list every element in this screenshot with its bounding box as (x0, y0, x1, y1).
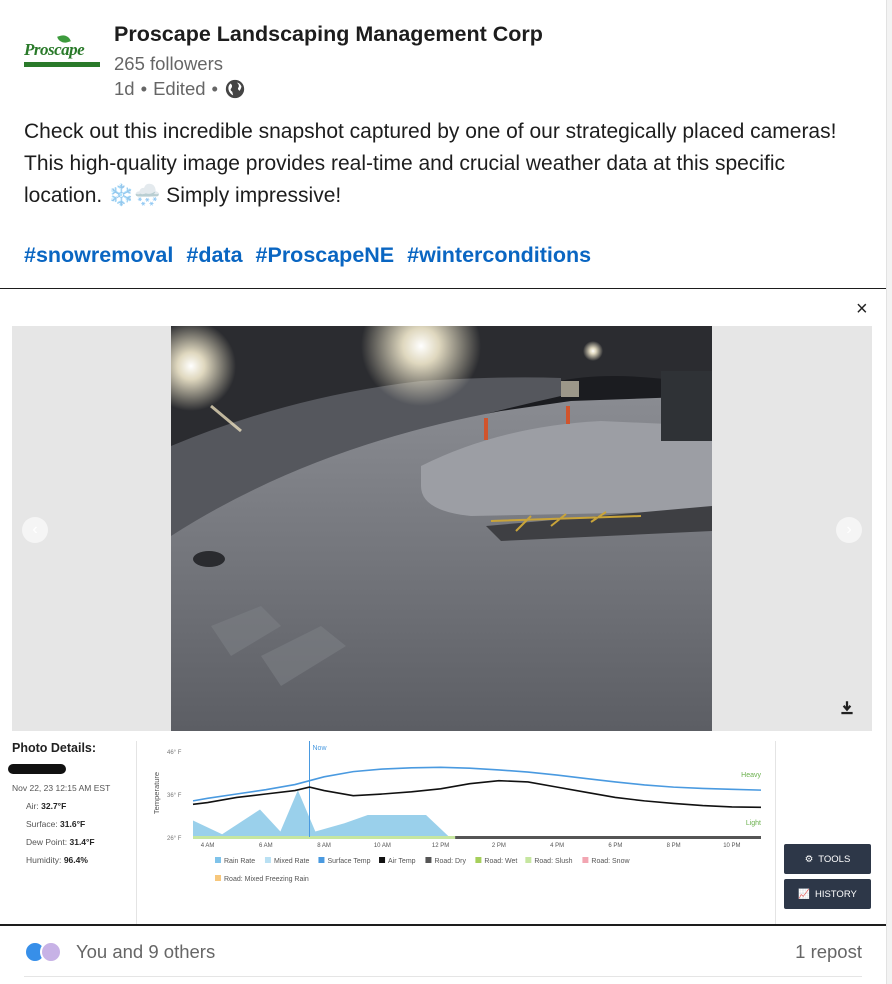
now-label: Now (313, 745, 328, 752)
scrollbar[interactable] (886, 0, 892, 984)
logo-tagline-bar (24, 62, 100, 67)
reaction-icons[interactable] (24, 940, 70, 964)
hashtag-link[interactable]: #winterconditions (407, 243, 591, 267)
legend-item: Rain Rate (224, 858, 255, 865)
meta-separator: • (211, 78, 219, 99)
y-tick-label: 46° F (167, 750, 182, 756)
legend-item: Mixed Rate (274, 858, 310, 865)
legend-swatch (582, 857, 589, 863)
air-temp-line (192, 779, 762, 809)
x-tick-label: 4 PM (550, 843, 564, 849)
gear-icon: ⚙ (804, 853, 814, 865)
x-tick-label: 12 PM (432, 843, 449, 849)
legend-item: Air Temp (388, 858, 416, 865)
legend-swatch (215, 857, 221, 863)
edited-label: Edited (153, 78, 206, 99)
history-button[interactable]: 📈 HISTORY (784, 879, 871, 909)
x-tick-label: 6 AM (259, 843, 273, 849)
chart-icon: 📈 (798, 888, 810, 900)
post-meta: 1d • Edited • (114, 78, 246, 100)
legend-item: Road: Mixed Freezing Rain (224, 876, 309, 883)
close-icon[interactable]: × (856, 299, 868, 319)
x-tick-label: 10 PM (723, 843, 740, 849)
x-tick-label: 4 AM (201, 843, 215, 849)
camera-snapshot[interactable] (171, 326, 712, 731)
reaction-count[interactable]: You and 9 others (76, 941, 215, 963)
rain-scale-heavy-label: Heavy (741, 772, 761, 779)
hashtag-link[interactable]: #data (186, 243, 242, 267)
repost-count[interactable]: 1 repost (795, 941, 862, 963)
post-body: Check out this incredible snapshot captu… (24, 120, 837, 207)
globe-icon (225, 79, 245, 99)
weather-chart: Temperature 46° F 36° F 26° F Now Heavy Light 4… (136, 741, 776, 926)
meta-separator: • (140, 78, 148, 99)
road-condition-dry (455, 836, 761, 839)
hashtag-list: #snowremoval #data #ProscapeNE #winterco… (24, 243, 598, 268)
road-condition-slush (193, 836, 456, 839)
download-icon[interactable] (838, 699, 856, 717)
logo-wordmark: Proscape (24, 40, 85, 59)
hashtag-link[interactable]: #snowremoval (24, 243, 173, 267)
celebrate-reaction-icon (40, 941, 62, 963)
tools-label: TOOLS (818, 853, 851, 865)
detail-dew-point: Dew Point: 31.4°F (26, 837, 95, 847)
legend-item: Road: Snow (591, 858, 630, 865)
weather-chart-svg: Temperature 46° F 36° F 26° F Now Heavy Light 4… (152, 741, 762, 883)
surface-temp-line (192, 766, 762, 802)
company-name[interactable]: Proscape Landscaping Management Corp (114, 22, 543, 47)
history-label: HISTORY (814, 888, 857, 900)
detail-air: Air: 32.7°F (26, 801, 67, 811)
arrow-right-icon[interactable]: › (836, 517, 862, 543)
detail-surface: Surface: 31.6°F (26, 819, 86, 829)
rain-scale-light-label: Light (746, 820, 761, 827)
x-tick-label: 6 PM (608, 843, 622, 849)
legend-swatch (264, 857, 271, 863)
x-tick-label: 8 AM (317, 843, 331, 849)
legend-item: Surface Temp (327, 858, 370, 865)
company-logo[interactable]: Proscape (22, 33, 102, 74)
x-tick-label: 2 PM (492, 843, 506, 849)
x-tick-label: 10 AM (374, 843, 391, 849)
photo-timestamp: Nov 22, 23 12:15 AM EST (12, 783, 111, 793)
legend-item: Road: Wet (484, 858, 517, 865)
y-tick-label: 36° F (167, 793, 182, 799)
hashtag-link[interactable]: #ProscapeNE (256, 243, 395, 267)
social-counts: You and 9 others 1 repost (24, 938, 862, 966)
legend-swatch (379, 857, 386, 863)
photo-details-title: Photo Details: (12, 741, 97, 755)
legend-swatch (425, 857, 432, 863)
tools-button[interactable]: ⚙ TOOLS (784, 844, 871, 874)
legend-swatch (215, 875, 221, 881)
detail-humidity: Humidity: 96.4% (26, 855, 88, 865)
post-age: 1d (114, 78, 135, 99)
media-bottom-divider (0, 924, 886, 926)
linkedin-post: Proscape Proscape Landscaping Management… (0, 0, 892, 984)
legend-item: Road: Dry (434, 858, 466, 865)
y-tick-label: 26° F (167, 836, 182, 842)
legend-item: Road: Slush (534, 858, 572, 865)
redacted-location (8, 764, 66, 774)
social-divider (24, 976, 862, 977)
y-axis-label: Temperature (152, 772, 161, 814)
legend-swatch (475, 857, 482, 863)
legend-swatch (525, 857, 532, 863)
arrow-left-icon[interactable]: ‹ (22, 517, 48, 543)
legend-swatch (318, 857, 325, 863)
x-tick-label: 8 PM (667, 843, 681, 849)
follower-count: 265 followers (114, 53, 224, 74)
rain-rate-area (193, 790, 450, 837)
